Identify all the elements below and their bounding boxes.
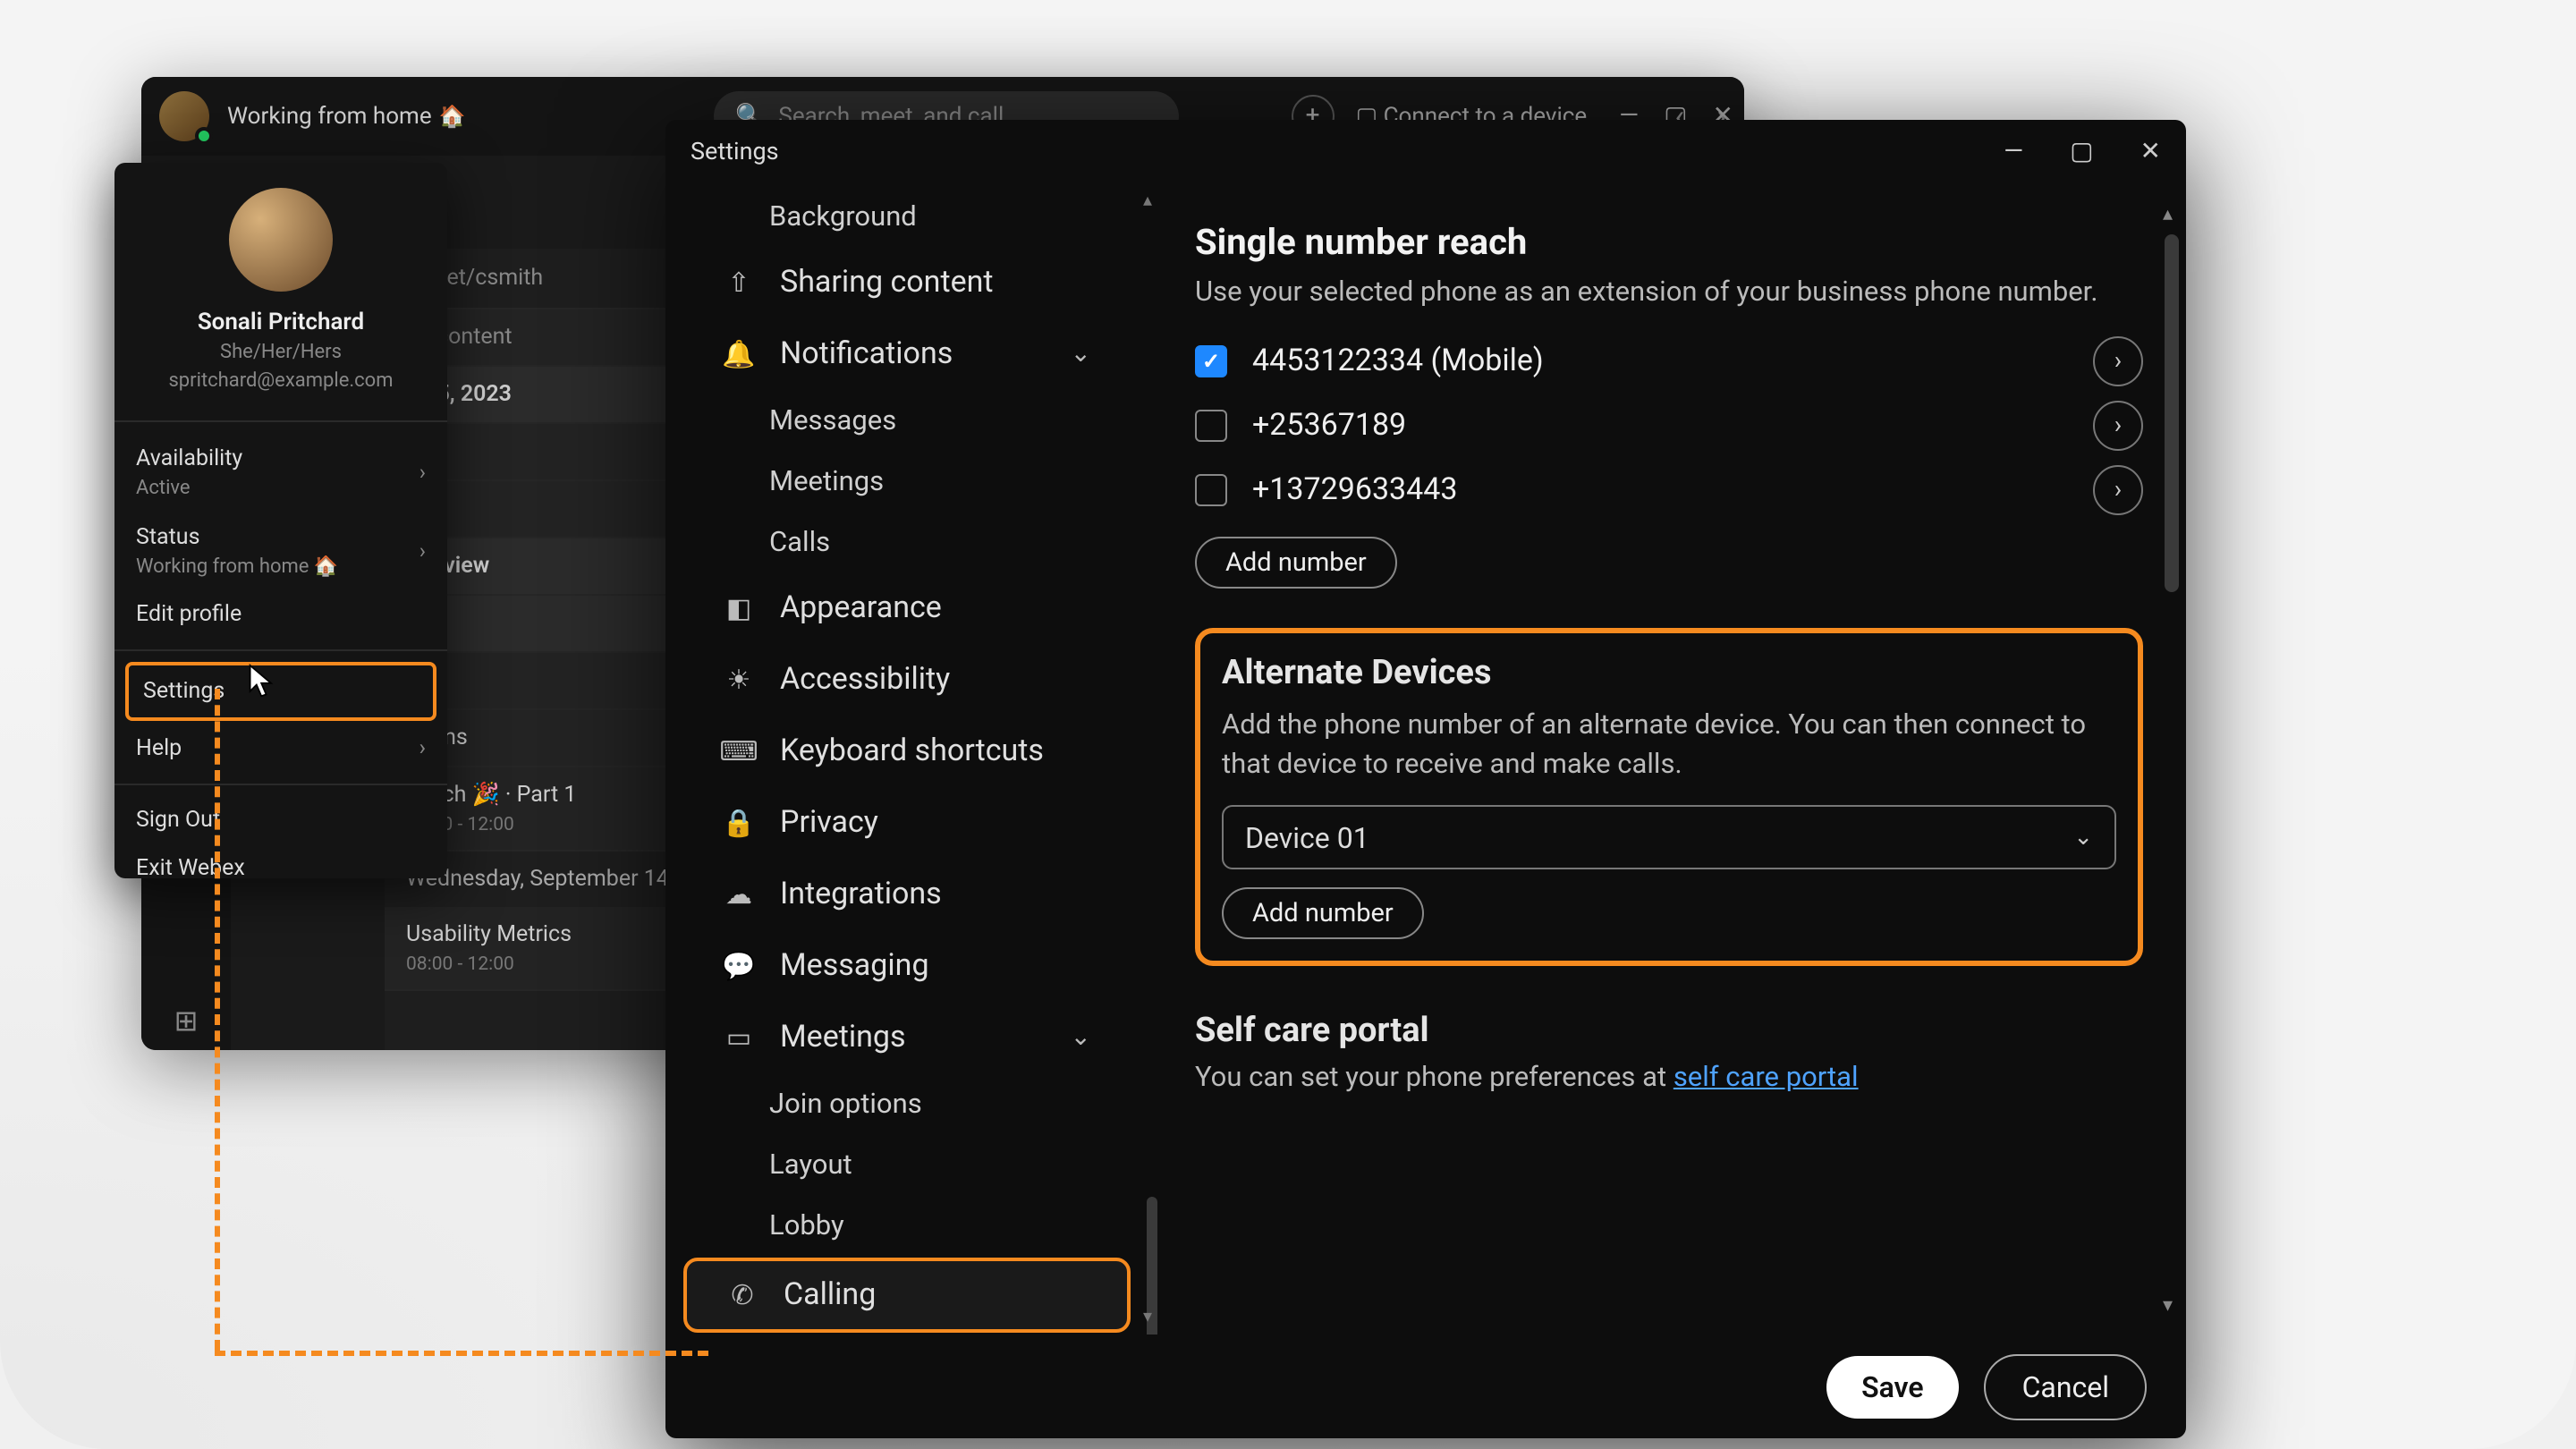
sidebar-item-accessibility[interactable]: ☀Accessibility xyxy=(683,646,1131,714)
sidebar-item-background[interactable]: Background xyxy=(683,188,1131,245)
bell-icon: 🔔 xyxy=(723,338,755,370)
calendar-icon: ▭ xyxy=(723,1021,755,1054)
cloud-icon: ☁ xyxy=(723,878,755,911)
snr-title: Single number reach xyxy=(1195,220,2143,263)
profile-name: Sonali Pritchard xyxy=(198,309,364,336)
checkbox-unchecked-icon[interactable] xyxy=(1195,410,1227,442)
avatar-large xyxy=(229,188,333,292)
sidebar-item-lobby[interactable]: Lobby xyxy=(683,1197,1131,1254)
snr-number-row[interactable]: +13729633443 › xyxy=(1195,465,2143,515)
profile-pronouns: She/Her/Hers xyxy=(220,340,342,363)
maximize-button[interactable]: ▢ xyxy=(2070,138,2093,166)
sign-out-row[interactable]: Sign Out xyxy=(114,796,447,844)
profile-email: spritchard@example.com xyxy=(168,369,393,392)
sidebar-item-sharing[interactable]: ⇧Sharing content xyxy=(683,249,1131,317)
minimize-button[interactable]: — xyxy=(2004,138,2023,166)
scp-description: You can set your phone preferences at se… xyxy=(1195,1062,2143,1094)
sidebar-item-calls-sub[interactable]: Calls xyxy=(683,513,1131,571)
scroll-down-icon: ▾ xyxy=(2163,1293,2173,1317)
sidebar-item-notifications[interactable]: 🔔Notifications⌄ xyxy=(683,320,1131,388)
alt-title: Alternate Devices xyxy=(1222,651,2116,692)
device-select[interactable]: Device 01 ⌄ xyxy=(1222,806,2116,870)
sidebar-item-meetings[interactable]: ▭Meetings⌄ xyxy=(683,1004,1131,1072)
appearance-icon: ◧ xyxy=(723,592,755,624)
alt-description: Add the phone number of an alternate dev… xyxy=(1222,707,2116,784)
sidebar-item-keyboard[interactable]: ⌨Keyboard shortcuts xyxy=(683,717,1131,785)
sidebar-item-messages[interactable]: Messages xyxy=(683,392,1131,449)
edit-profile-row[interactable]: Edit profile xyxy=(114,590,447,639)
phone-number: +25367189 xyxy=(1252,408,1406,444)
annotation-connector xyxy=(215,689,220,1351)
settings-title: Settings xyxy=(691,138,779,166)
add-number-button[interactable]: Add number xyxy=(1195,537,1397,589)
sidebar-item-appearance[interactable]: ◧Appearance xyxy=(683,574,1131,642)
chevron-down-icon: ⌄ xyxy=(1071,340,1091,369)
sidebar-item-integrations[interactable]: ☁Integrations xyxy=(683,860,1131,928)
accessibility-icon: ☀ xyxy=(723,664,755,696)
sidebar-item-privacy[interactable]: 🔒Privacy xyxy=(683,789,1131,857)
settings-row-highlighted[interactable]: Settings xyxy=(125,662,436,721)
snr-description: Use your selected phone as an extension … xyxy=(1195,274,2143,311)
sidebar-item-calling-highlighted[interactable]: ✆Calling xyxy=(683,1258,1131,1333)
chevron-right-icon[interactable]: › xyxy=(2093,401,2143,451)
exit-row[interactable]: Exit Webex xyxy=(114,844,447,893)
sidebar-item-join-options[interactable]: Join options xyxy=(683,1075,1131,1132)
phone-number: +13729633443 xyxy=(1252,472,1458,508)
chevron-right-icon: › xyxy=(419,735,426,762)
lock-icon: 🔒 xyxy=(723,807,755,839)
scroll-up-icon: ▴ xyxy=(1143,191,1152,211)
self-care-portal-link[interactable]: self care portal xyxy=(1674,1062,1859,1094)
close-button[interactable]: ✕ xyxy=(2140,138,2161,166)
content-scrollbar[interactable]: ▴ ▾ xyxy=(2165,206,2179,1313)
chat-icon: 💬 xyxy=(723,950,755,982)
snr-number-row[interactable]: ✓ 4453122334 (Mobile) › xyxy=(1195,336,2143,386)
chevron-right-icon: › xyxy=(419,538,426,564)
chevron-right-icon[interactable]: › xyxy=(2093,336,2143,386)
scroll-down-icon: ▾ xyxy=(1143,1308,1152,1327)
device-selected-value: Device 01 xyxy=(1245,821,1369,855)
scp-title: Self care portal xyxy=(1195,1010,2143,1051)
chevron-right-icon: › xyxy=(419,460,426,485)
chevron-down-icon: ⌄ xyxy=(2073,825,2093,852)
checkbox-checked-icon[interactable]: ✓ xyxy=(1195,345,1227,377)
help-row[interactable]: Help› xyxy=(114,724,447,773)
cursor-icon xyxy=(247,662,279,701)
apps-icon[interactable]: ⊞ xyxy=(174,1004,199,1038)
scrollbar-thumb[interactable] xyxy=(2165,234,2179,592)
settings-content: Single number reach Use your selected ph… xyxy=(1163,184,2186,1335)
sidebar-item-messaging[interactable]: 💬Messaging xyxy=(683,932,1131,1000)
sidebar-scrollbar[interactable]: ▴ ▾ xyxy=(1147,195,1157,1324)
save-button[interactable]: Save xyxy=(1826,1355,1960,1418)
settings-titlebar: Settings — ▢ ✕ xyxy=(665,120,2186,184)
status-row[interactable]: Status Working from home 🏠 › xyxy=(114,512,447,590)
phone-number: 4453122334 (Mobile) xyxy=(1252,343,1544,379)
availability-row[interactable]: Availability Active › xyxy=(114,433,447,512)
avatar[interactable] xyxy=(159,91,209,141)
settings-sidebar: Background ⇧Sharing content 🔔Notificatio… xyxy=(665,184,1163,1335)
sidebar-item-layout[interactable]: Layout xyxy=(683,1136,1131,1193)
snr-number-row[interactable]: +25367189 › xyxy=(1195,401,2143,451)
settings-window: Settings — ▢ ✕ Background ⇧Sharing conte… xyxy=(665,120,2186,1438)
annotation-connector xyxy=(215,1351,708,1356)
house-icon: 🏠 xyxy=(439,103,466,128)
sidebar-item-meetings-sub[interactable]: Meetings xyxy=(683,453,1131,510)
phone-icon: ✆ xyxy=(726,1279,758,1311)
alternate-devices-section-highlighted: Alternate Devices Add the phone number o… xyxy=(1195,628,2143,967)
status-text: Working from home🏠 xyxy=(227,103,466,130)
chevron-right-icon[interactable]: › xyxy=(2093,465,2143,515)
chevron-down-icon: ⌄ xyxy=(1071,1023,1091,1052)
cancel-button[interactable]: Cancel xyxy=(1985,1353,2147,1419)
presence-indicator-icon xyxy=(195,127,213,145)
share-icon: ⇧ xyxy=(723,267,755,299)
profile-flyout: Sonali Pritchard She/Her/Hers spritchard… xyxy=(114,163,447,878)
add-number-button[interactable]: Add number xyxy=(1222,888,1424,940)
scroll-up-icon: ▴ xyxy=(2163,202,2173,225)
keyboard-icon: ⌨ xyxy=(723,735,755,767)
checkbox-unchecked-icon[interactable] xyxy=(1195,474,1227,506)
settings-footer: Save Cancel xyxy=(665,1335,2186,1438)
